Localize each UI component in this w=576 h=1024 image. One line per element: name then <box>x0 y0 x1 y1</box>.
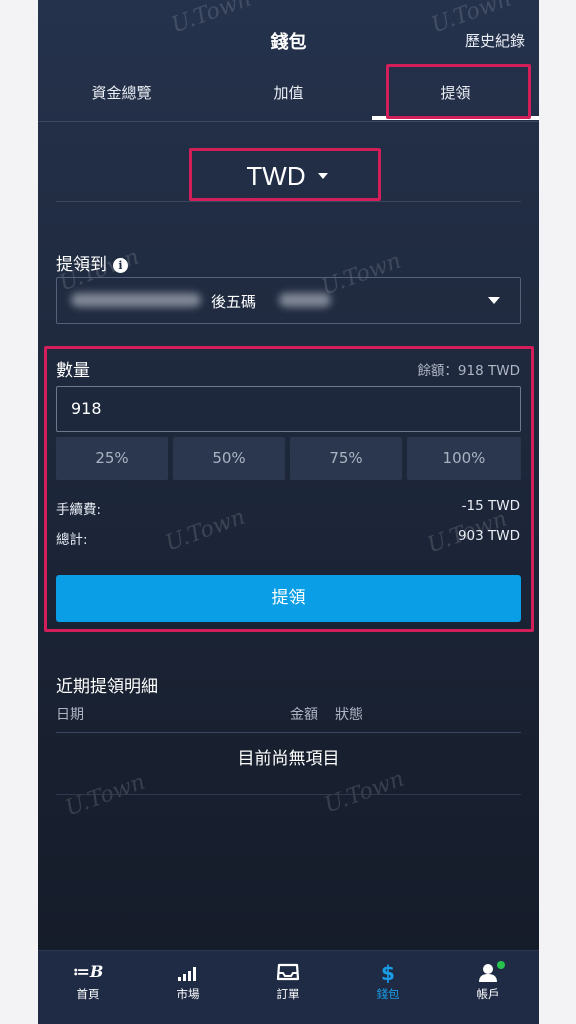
home-logo-icon: ≔B <box>73 962 104 981</box>
page-title: 錢包 <box>270 32 307 53</box>
svg-text:$: $ <box>381 961 395 983</box>
tab-withdraw[interactable]: 提領 <box>372 72 539 120</box>
column-status: 狀態 <box>335 707 363 723</box>
bank-account-select[interactable]: 後五碼 <box>56 277 521 324</box>
watermark: U.Town <box>162 504 249 557</box>
watermark: U.Town <box>321 766 408 819</box>
tab-deposit[interactable]: 加值 <box>205 72 372 120</box>
recent-withdrawals-title: 近期提領明細 <box>56 677 158 697</box>
divider <box>56 201 521 202</box>
nav-orders-label: 訂單 <box>276 987 300 1001</box>
percent-75-button[interactable]: 75% <box>290 437 402 480</box>
online-status-dot <box>497 961 505 969</box>
nav-market[interactable]: 市場 <box>138 951 238 1024</box>
redacted-account <box>71 293 201 307</box>
nav-orders[interactable]: 訂單 <box>238 951 338 1024</box>
fee-value: -15 TWD <box>461 498 520 514</box>
column-date: 日期 <box>56 707 84 723</box>
amount-label: 數量 <box>56 361 90 381</box>
tab-overview[interactable]: 資金總覽 <box>38 72 205 120</box>
watermark: U.Town <box>62 769 149 822</box>
percent-50-button[interactable]: 50% <box>173 437 285 480</box>
divider <box>56 794 521 795</box>
nav-home-label: 首頁 <box>76 987 100 1001</box>
empty-state-text: 目前尚無項目 <box>237 749 340 769</box>
svg-text:≔B: ≔B <box>73 962 104 981</box>
percent-100-button[interactable]: 100% <box>407 437 521 480</box>
nav-account[interactable]: 帳戶 <box>438 951 538 1024</box>
total-label: 總計: <box>56 532 88 548</box>
withdraw-to-label: 提領到 i <box>56 250 128 275</box>
info-icon[interactable]: i <box>113 258 128 273</box>
nav-market-label: 市場 <box>176 987 200 1001</box>
total-value: 903 TWD <box>457 528 520 544</box>
dollar-icon: $ <box>381 961 395 983</box>
active-tab-indicator <box>372 116 539 120</box>
account-suffix-label: 後五碼 <box>211 293 257 311</box>
bottom-nav: ≔B 首頁 市場 訂單 $ 錢包 帳戶 <box>38 950 539 1024</box>
tab-bar: 資金總覽 加值 提領 <box>38 72 539 122</box>
header: 錢包 歷史紀錄 <box>38 0 539 78</box>
fee-label: 手續費: <box>56 502 102 518</box>
amount-input[interactable]: 918 <box>56 386 521 432</box>
balance-text: 餘額：918 TWD <box>417 363 520 379</box>
inbox-tray-icon <box>276 963 300 981</box>
withdraw-submit-button[interactable]: 提領 <box>56 575 521 622</box>
redacted-digits <box>279 293 331 307</box>
divider <box>56 732 521 733</box>
nav-account-label: 帳戶 <box>476 987 500 1001</box>
wallet-screen: U.Town U.Town U.Town U.Town U.Town U.Tow… <box>38 0 539 1024</box>
currency-selector[interactable]: TWD <box>194 151 380 199</box>
signal-bars-icon <box>178 967 196 981</box>
history-link[interactable]: 歷史紀錄 <box>465 30 525 51</box>
user-icon <box>479 964 497 982</box>
nav-home[interactable]: ≔B 首頁 <box>38 951 138 1024</box>
percent-25-button[interactable]: 25% <box>56 437 168 480</box>
nav-wallet-label: 錢包 <box>376 987 400 1001</box>
caret-down-icon <box>488 297 500 304</box>
nav-wallet[interactable]: $ 錢包 <box>338 951 438 1024</box>
currency-value: TWD <box>246 161 306 191</box>
caret-down-icon <box>317 173 328 180</box>
column-amount: 金額 <box>290 707 318 723</box>
withdraw-to-text: 提領到 <box>56 255 107 275</box>
